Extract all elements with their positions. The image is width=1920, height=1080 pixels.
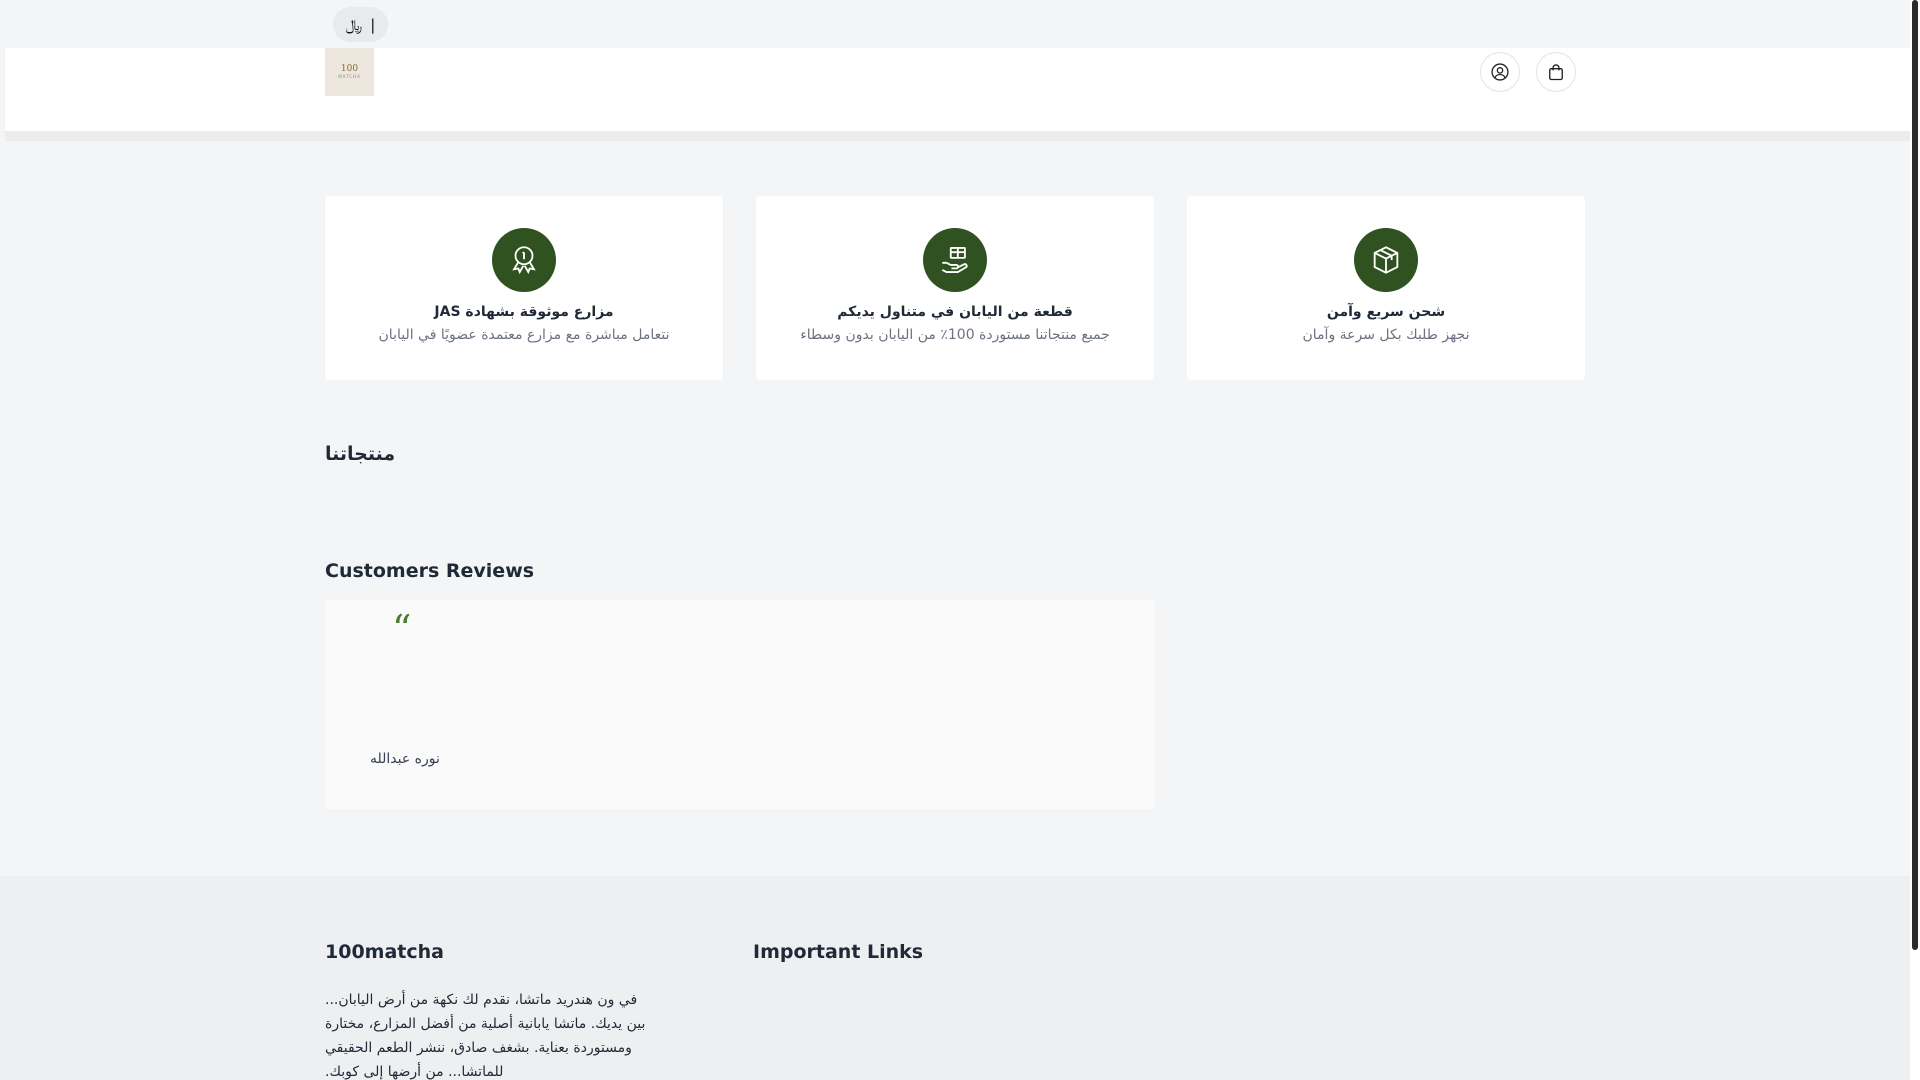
feature-card-jas: مزارع موثوقة بشهادة JAS نتعامل مباشرة مع… — [325, 196, 723, 380]
currency-symbol: ﷼ — [345, 15, 363, 34]
site-header — [5, 48, 1910, 131]
currency-switcher[interactable]: ﷼ | — [333, 7, 388, 42]
currency-separator: | — [370, 15, 376, 34]
feature-title: مزارع موثوقة بشهادة JAS — [434, 304, 614, 320]
feature-description: جميع منتجاتنا مستوردة 100٪ من اليابان بد… — [800, 327, 1110, 343]
shopping-bag-icon — [1549, 64, 1563, 81]
feature-title: شحن سريع وآمن — [1326, 304, 1446, 320]
feature-title: قطعة من اليابان في متناول يديكم — [837, 304, 1073, 320]
scrollbar-thumb[interactable] — [1912, 0, 1918, 950]
user-circle-icon — [1491, 63, 1509, 81]
footer-brand: 100matcha — [325, 941, 444, 963]
box-package-icon — [1373, 246, 1399, 274]
site-footer: 100matcha Important Links في ون هندريد م… — [0, 876, 1910, 1080]
feature-description: نتعامل مباشرة مع مزارع معتمدة عضويًا في … — [378, 327, 670, 343]
logo-number: 100 — [340, 64, 359, 74]
site-logo[interactable]: 100 MATCHA — [325, 48, 374, 96]
products-heading: منتجاتنا — [325, 443, 396, 465]
award-medal-icon — [512, 246, 536, 275]
reviews-heading: Customers Reviews — [325, 560, 535, 582]
feature-card-japan: قطعة من اليابان في متناول يديكم جميع منت… — [756, 196, 1154, 380]
logo-word: MATCHA — [338, 74, 361, 79]
reviewer-name: نوره عبدالله — [370, 751, 440, 767]
feature-icon-wrap — [492, 228, 556, 292]
features-section: مزارع موثوقة بشهادة JAS نتعامل مباشرة مع… — [325, 196, 1585, 380]
feature-card-shipping: شحن سريع وآمن نجهز طلبك بكل سرعة وآمان — [1187, 196, 1585, 380]
footer-about-text: في ون هندريد ماتشا، نقدم لك نكهة من أرض … — [325, 992, 646, 1080]
gift-hand-icon — [941, 247, 968, 273]
footer-links-heading: Important Links — [753, 941, 924, 963]
account-button[interactable] — [1480, 52, 1520, 92]
review-card: “ نوره عبدالله — [325, 600, 1155, 809]
header-divider — [5, 131, 1910, 141]
feature-icon-wrap — [923, 228, 987, 292]
feature-icon-wrap — [1354, 228, 1418, 292]
feature-description: نجهز طلبك بكل سرعة وآمان — [1302, 327, 1470, 343]
cart-button[interactable] — [1536, 52, 1576, 92]
quote-icon: “ — [392, 607, 412, 651]
top-bar: ﷼ | — [0, 0, 1910, 48]
